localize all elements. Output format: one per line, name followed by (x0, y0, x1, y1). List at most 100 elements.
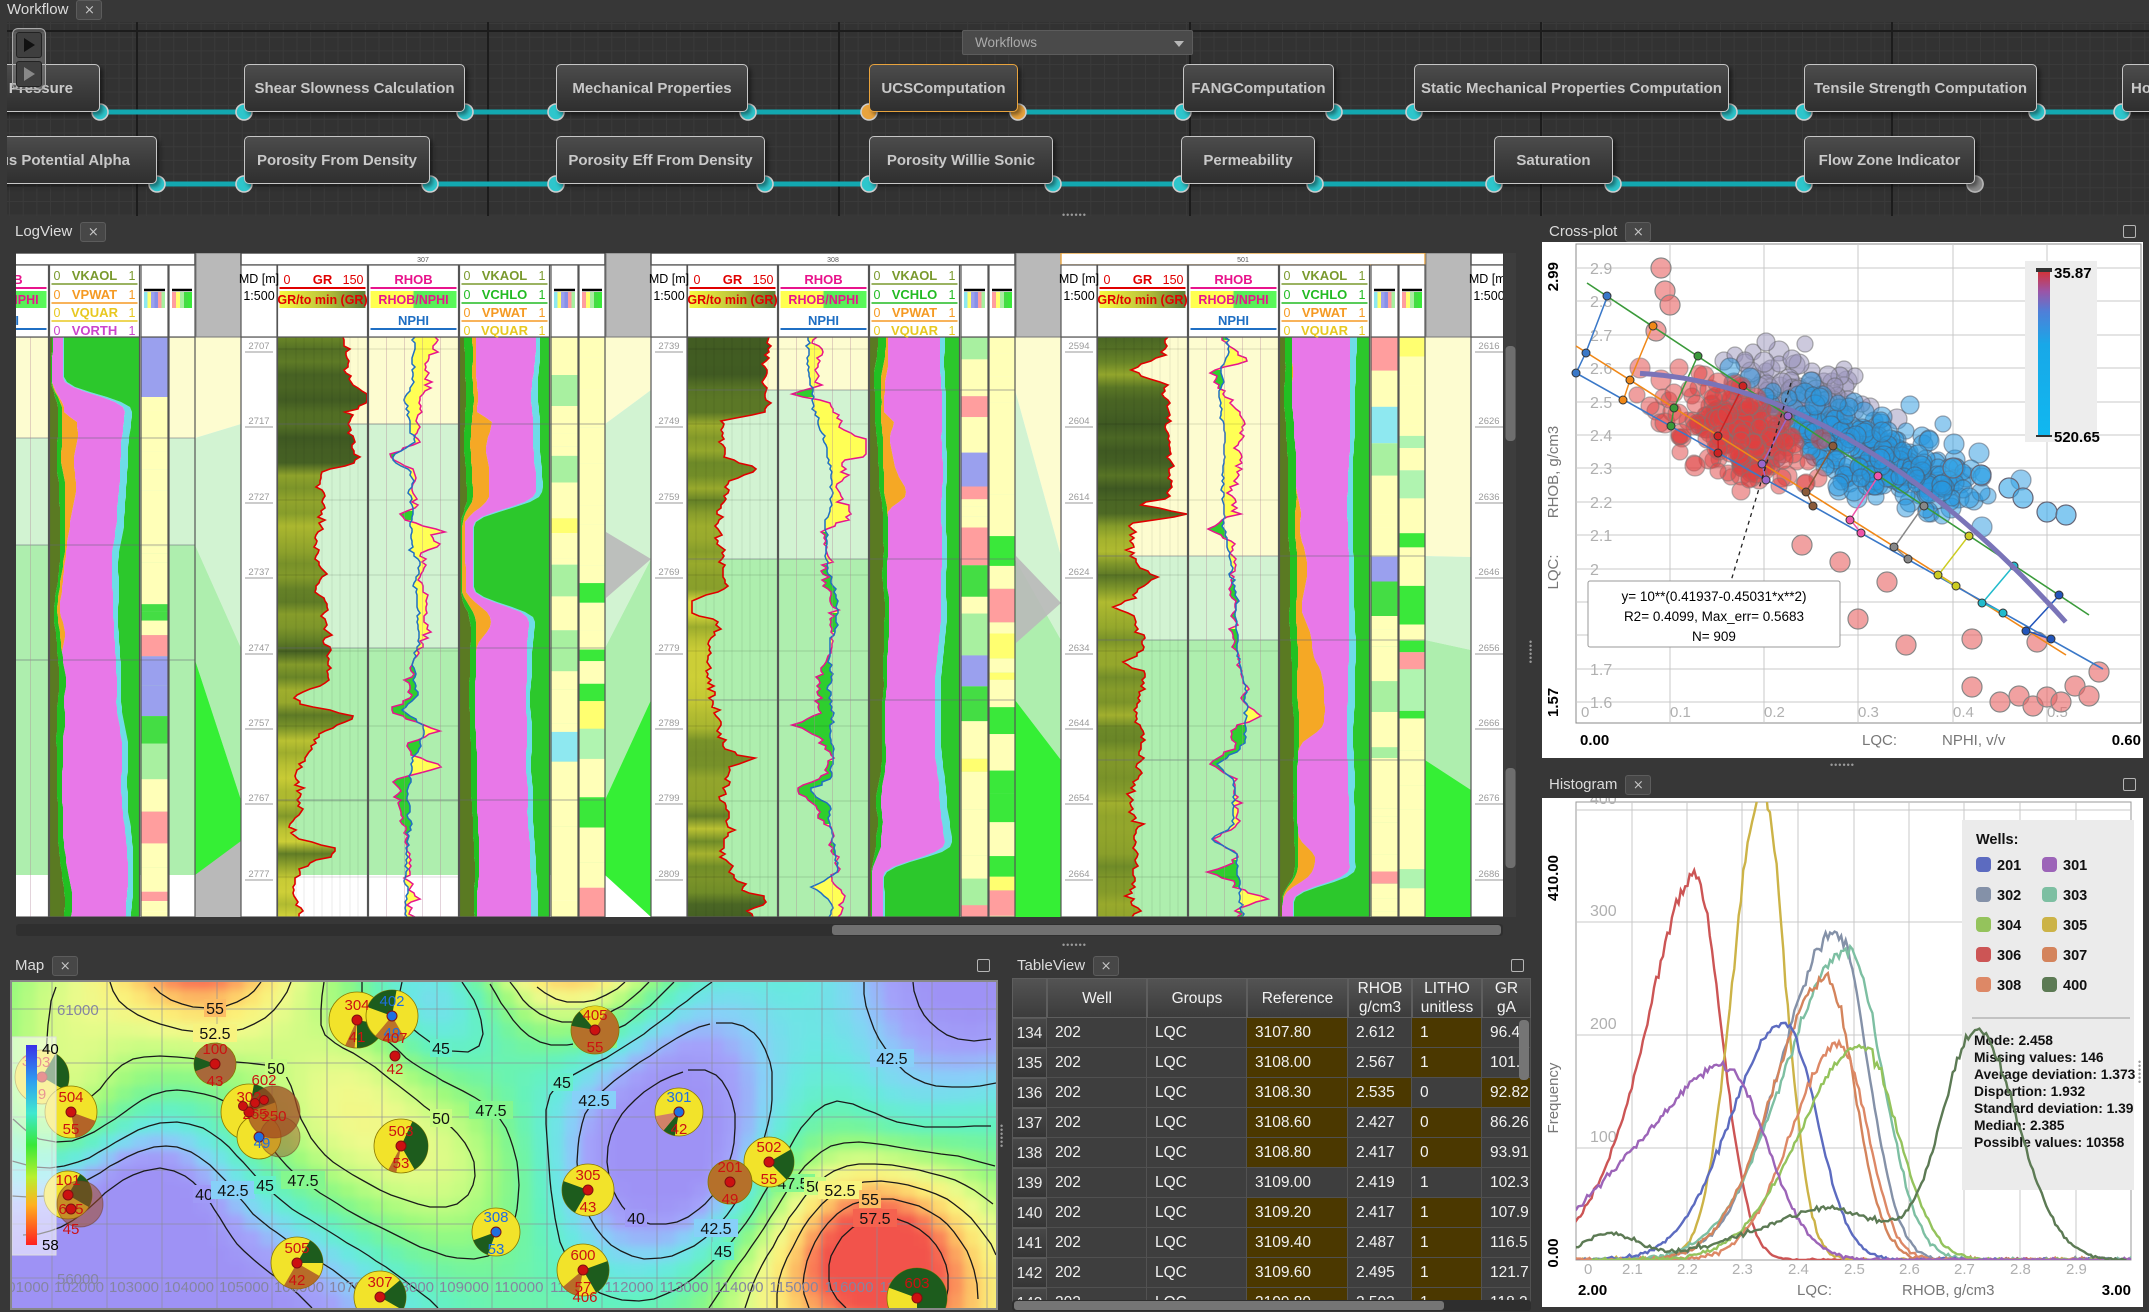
svg-text:47.5: 47.5 (475, 1103, 506, 1120)
svg-text:55: 55 (587, 1039, 604, 1056)
svg-text:y= 10**(0.41937-0.45031*x**2): y= 10**(0.41937-0.45031*x**2) (1621, 589, 1806, 604)
svg-text:RHOB/NPHI: RHOB/NPHI (1198, 293, 1268, 307)
svg-text:2.9: 2.9 (1590, 261, 1612, 278)
svg-text:2.6: 2.6 (1590, 361, 1612, 378)
svg-text:2.4: 2.4 (1788, 1261, 1809, 1278)
svg-text:305: 305 (2063, 918, 2087, 934)
svg-text:0.3: 0.3 (1858, 704, 1879, 721)
svg-text:GR/to min (GR): GR/to min (GR) (687, 293, 777, 307)
svg-text:2789: 2789 (658, 718, 679, 729)
svg-text:301: 301 (2063, 858, 2087, 874)
svg-text:0: 0 (1584, 1261, 1592, 1278)
svg-text:Dispertion: 1.932: Dispertion: 1.932 (1974, 1084, 2086, 1099)
svg-text:VCHLO: VCHLO (892, 287, 938, 302)
svg-text:304: 304 (344, 997, 369, 1014)
svg-text:1.7: 1.7 (1590, 662, 1612, 679)
svg-text:0: 0 (1581, 704, 1589, 721)
svg-text:308: 308 (483, 1209, 508, 1226)
svg-text:2634: 2634 (1068, 643, 1089, 654)
svg-text:GR/to min (GR): GR/to min (GR) (1097, 293, 1187, 307)
svg-text:2616: 2616 (1478, 341, 1499, 352)
svg-text:55: 55 (63, 1121, 80, 1138)
svg-text:RHOB: RHOB (16, 272, 23, 287)
svg-text:600: 600 (570, 1247, 595, 1264)
svg-text:40: 40 (627, 1211, 645, 1228)
svg-text:NPHI: NPHI (1218, 313, 1249, 328)
svg-text:40: 40 (195, 1187, 213, 1204)
svg-text:VQUAR: VQUAR (891, 323, 939, 338)
svg-text:2.5: 2.5 (1844, 1261, 1865, 1278)
svg-text:2624: 2624 (1068, 567, 1089, 578)
svg-text:2.00: 2.00 (1578, 1282, 1607, 1299)
svg-text:RHOB/NPHI: RHOB/NPHI (16, 293, 39, 307)
svg-text:1: 1 (129, 306, 136, 320)
svg-text:1: 1 (129, 269, 136, 283)
svg-text:307: 307 (2063, 948, 2087, 964)
svg-text:2739: 2739 (658, 341, 679, 352)
svg-text:RHOB, g/cm3: RHOB, g/cm3 (1545, 426, 1562, 519)
svg-text:2.99: 2.99 (1545, 262, 1562, 291)
svg-text:1: 1 (539, 288, 546, 302)
svg-text:Possible values: 10358: Possible values: 10358 (1974, 1135, 2125, 1150)
svg-text:505: 505 (284, 1240, 309, 1257)
svg-text:N= 909: N= 909 (1692, 629, 1736, 644)
svg-text:2644: 2644 (1068, 718, 1089, 729)
svg-text:502: 502 (756, 1139, 781, 1156)
svg-text:307: 307 (367, 1274, 392, 1291)
svg-text:503: 503 (388, 1123, 413, 1140)
svg-text:2666: 2666 (1478, 718, 1499, 729)
svg-text:42.5: 42.5 (876, 1051, 907, 1068)
svg-text:1: 1 (129, 288, 136, 302)
svg-text:43: 43 (207, 1073, 224, 1090)
svg-text:2: 2 (1590, 562, 1599, 579)
svg-text:1:500: 1:500 (1473, 289, 1504, 303)
svg-text:2777: 2777 (248, 869, 269, 880)
svg-text:45: 45 (432, 1041, 450, 1058)
svg-text:250: 250 (261, 1108, 286, 1125)
svg-text:1.6: 1.6 (1590, 695, 1612, 712)
svg-text:45: 45 (714, 1244, 732, 1261)
svg-text:1:500: 1:500 (243, 289, 274, 303)
svg-text:2747: 2747 (248, 643, 269, 654)
svg-text:53: 53 (488, 1241, 505, 1258)
svg-text:407: 407 (382, 1030, 407, 1047)
svg-text:VKAOL: VKAOL (1302, 268, 1348, 283)
svg-text:1: 1 (949, 306, 956, 320)
svg-text:VQUAR: VQUAR (481, 323, 529, 338)
svg-text:0: 0 (874, 324, 881, 338)
svg-text:43: 43 (580, 1199, 597, 1216)
svg-text:1: 1 (1359, 269, 1366, 283)
svg-text:VORTH: VORTH (72, 323, 118, 338)
svg-text:504: 504 (58, 1089, 83, 1106)
svg-text:NPHI: NPHI (808, 313, 839, 328)
svg-text:307: 307 (417, 257, 429, 264)
svg-text:VCHLO: VCHLO (482, 287, 528, 302)
svg-text:57.5: 57.5 (859, 1211, 890, 1228)
svg-text:110000: 110000 (495, 1279, 544, 1296)
svg-text:1: 1 (539, 269, 546, 283)
svg-text:402: 402 (379, 993, 404, 1010)
svg-text:304: 304 (1997, 918, 2021, 934)
svg-text:55: 55 (861, 1192, 879, 1209)
svg-text:0.60: 0.60 (2112, 732, 2141, 749)
svg-text:2.1: 2.1 (1622, 1261, 1643, 1278)
svg-text:55: 55 (761, 1171, 778, 1188)
svg-text:306: 306 (1997, 948, 2021, 964)
svg-text:GR/to min (GR): GR/to min (GR) (277, 293, 367, 307)
svg-text:1: 1 (539, 324, 546, 338)
svg-text:40: 40 (42, 1041, 59, 1058)
svg-text:MD [m]: MD [m] (239, 272, 279, 286)
svg-text:520.65: 520.65 (2054, 429, 2100, 446)
svg-text:0: 0 (1284, 306, 1291, 320)
svg-text:303: 303 (2063, 888, 2087, 904)
svg-text:115000: 115000 (770, 1279, 819, 1296)
svg-text:150: 150 (343, 273, 364, 287)
svg-text:200: 200 (1590, 1016, 1617, 1033)
svg-text:2769: 2769 (658, 567, 679, 578)
svg-text:0: 0 (54, 269, 61, 283)
svg-text:2.9: 2.9 (2066, 1261, 2087, 1278)
svg-text:0.4: 0.4 (1953, 704, 1974, 721)
svg-text:0.00: 0.00 (1580, 732, 1609, 749)
svg-text:1: 1 (1359, 306, 1366, 320)
svg-text:NPHI, v/v: NPHI, v/v (1942, 732, 2006, 749)
